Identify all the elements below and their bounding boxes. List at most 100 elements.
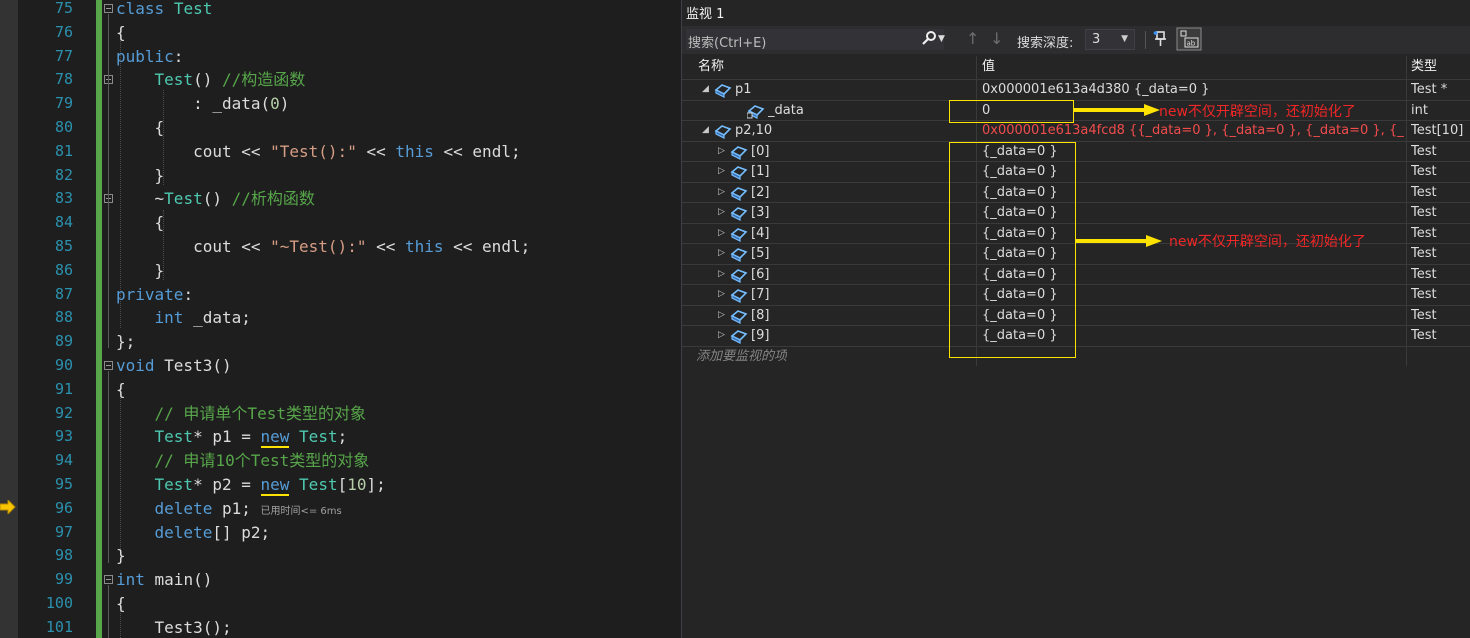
watch-name: [9] (751, 328, 770, 343)
watch-window-title: 监视 1 (686, 7, 725, 22)
add-watch-row[interactable]: 添加要监视的项 (682, 347, 1470, 368)
expand-icon[interactable]: ▷ (718, 330, 725, 340)
code-line[interactable]: { (116, 378, 126, 402)
collapse-icon[interactable]: ◢ (702, 125, 709, 135)
code-line[interactable]: } (116, 259, 165, 283)
line-number: 75 (54, 0, 73, 17)
watch-type: Test (1411, 246, 1437, 261)
annotation-note: new不仅开辟空间，还初始化了 (1169, 234, 1366, 250)
watch-row[interactable]: ▷ [2] {_data=0 } Test (682, 183, 1470, 203)
expand-icon[interactable]: ▷ (718, 207, 725, 217)
code-line[interactable]: } (116, 544, 126, 568)
watch-row[interactable]: ▷ [3] {_data=0 } Test (682, 203, 1470, 224)
expand-icon[interactable]: ▷ (718, 269, 725, 279)
code-line[interactable]: class Test (116, 0, 212, 21)
search-next-icon[interactable]: ↓ (990, 29, 1003, 48)
code-line[interactable]: int main() (116, 568, 212, 592)
column-header-name[interactable]: 名称 (698, 56, 724, 78)
search-icon[interactable] (922, 31, 936, 47)
code-line[interactable]: void Test3() (116, 354, 232, 378)
code-line[interactable]: Test* p1 = new Test; (116, 425, 347, 449)
column-header-type[interactable]: 类型 (1411, 56, 1437, 78)
line-number: 82 (54, 165, 73, 184)
watch-value[interactable]: 0x000001e613a4fcd8 {{_data=0 }, {_data=0… (982, 121, 1404, 141)
line-number: 79 (54, 94, 73, 113)
watch-row[interactable]: ▷ [0] {_data=0 } Test (682, 142, 1470, 162)
code-line[interactable]: Test3(); (116, 616, 232, 638)
code-line[interactable]: { (116, 116, 165, 140)
collapse-main-icon[interactable] (104, 575, 113, 584)
line-number: 85 (54, 237, 73, 255)
code-line[interactable]: ~Test() //析构函数 (116, 187, 315, 211)
breakpoint-gutter[interactable] (0, 0, 18, 638)
code-line[interactable]: { (116, 592, 126, 616)
search-previous-icon[interactable]: ↑ (966, 29, 979, 48)
watch-row[interactable]: ▷ [1] {_data=0 } Test (682, 162, 1470, 183)
collapse-class-icon[interactable] (104, 4, 113, 13)
code-line[interactable]: cout << "Test():" << this << endl; (116, 140, 521, 164)
expand-icon[interactable]: ▷ (718, 146, 725, 156)
code-line[interactable]: { (116, 211, 165, 235)
collapse-function-icon[interactable] (104, 361, 113, 370)
code-line[interactable]: // 申请10个Test类型的对象 (116, 449, 370, 473)
add-watch-placeholder[interactable]: 添加要监视的项 (696, 347, 787, 367)
watch-row[interactable]: ▷ [7] {_data=0 } Test (682, 285, 1470, 306)
expand-icon[interactable]: ▷ (718, 289, 725, 299)
code-line[interactable]: Test* p2 = new Test[10]; (116, 473, 386, 497)
watch-type: Test[10] (1411, 123, 1464, 138)
code-line[interactable]: public: (116, 45, 183, 69)
search-options-dropdown-icon[interactable]: ▼ (938, 34, 945, 44)
line-number: 78 (54, 70, 73, 89)
line-number: 86 (54, 260, 73, 279)
watch-type: Test (1411, 266, 1437, 282)
code-line[interactable]: }; (116, 330, 135, 354)
code-line[interactable]: Test() //构造函数 (116, 68, 306, 92)
show-raw-structure-icon[interactable]: ab (1176, 27, 1202, 51)
collapse-icon[interactable]: ◢ (702, 84, 709, 94)
code-line[interactable]: cout << "~Test():" << this << endl; (116, 235, 530, 259)
line-number: 98 (54, 546, 73, 565)
code-editor[interactable]: 75 class Test 76 {77 public: 78 Test() //构造函数… (0, 0, 681, 638)
code-line[interactable]: private: (116, 283, 193, 307)
watch-row[interactable]: ▷ [6] {_data=0 } Test (682, 265, 1470, 285)
line-number: 76 (54, 22, 73, 41)
watch-type: Test (1411, 143, 1437, 159)
watch-type: Test (1411, 164, 1437, 179)
watch-type: Test (1411, 328, 1437, 343)
watch-name: [2] (751, 184, 770, 200)
scope-line (108, 585, 109, 638)
watch-row[interactable]: ▷ [8] {_data=0 } Test (682, 306, 1470, 326)
watch-name: [1] (751, 164, 770, 179)
expand-icon[interactable]: ▷ (718, 187, 725, 197)
expand-icon[interactable]: ▷ (718, 228, 725, 238)
code-line[interactable]: delete p1; 已用时间<= 6ms (116, 497, 342, 521)
watch-row[interactable]: ◢ p1 0x000001e613a4d380 {_data=0 } Test * (682, 80, 1470, 101)
pin-to-source-icon[interactable] (1153, 30, 1169, 48)
code-line[interactable]: } (116, 164, 165, 188)
expand-icon[interactable]: ▷ (718, 248, 725, 258)
watch-name: [3] (751, 205, 770, 220)
code-line[interactable]: int _data; (116, 306, 251, 330)
expand-icon[interactable]: ▷ (718, 166, 725, 176)
code-line[interactable]: delete[] p2; (116, 521, 271, 545)
watch-name: [0] (751, 143, 770, 159)
search-depth-value: 3 (1092, 32, 1101, 47)
watch-type: Test (1411, 307, 1437, 323)
watch-row[interactable]: ▷ [9] {_data=0 } Test (682, 326, 1470, 347)
line-number: 97 (54, 522, 73, 541)
object-icon (730, 186, 748, 201)
column-header-value[interactable]: 值 (982, 56, 995, 78)
code-line[interactable]: // 申请单个Test类型的对象 (116, 402, 366, 426)
expand-icon[interactable]: ▷ (718, 310, 725, 320)
watch-value[interactable]: 0x000001e613a4d380 {_data=0 } (982, 80, 1404, 100)
line-number: 80 (54, 118, 73, 136)
code-line[interactable]: { (116, 21, 126, 45)
line-number: 92 (54, 403, 73, 422)
watch-name: p2,10 (735, 123, 773, 138)
watch-row[interactable]: ◢ p2,10 0x000001e613a4fcd8 {{_data=0 }, {_… (682, 121, 1470, 142)
code-line[interactable]: : _data(0) (116, 92, 289, 116)
search-input[interactable]: 搜索(Ctrl+E) (686, 29, 944, 51)
watch-window[interactable]: 监视 1 搜索(Ctrl+E) ▼ ↑ ↓ 搜索深度: 3 ▼ ab 名称 值 … (681, 0, 1470, 638)
search-depth-select[interactable]: 3 ▼ (1085, 29, 1135, 50)
annotation-arrow-icon (1076, 235, 1162, 247)
